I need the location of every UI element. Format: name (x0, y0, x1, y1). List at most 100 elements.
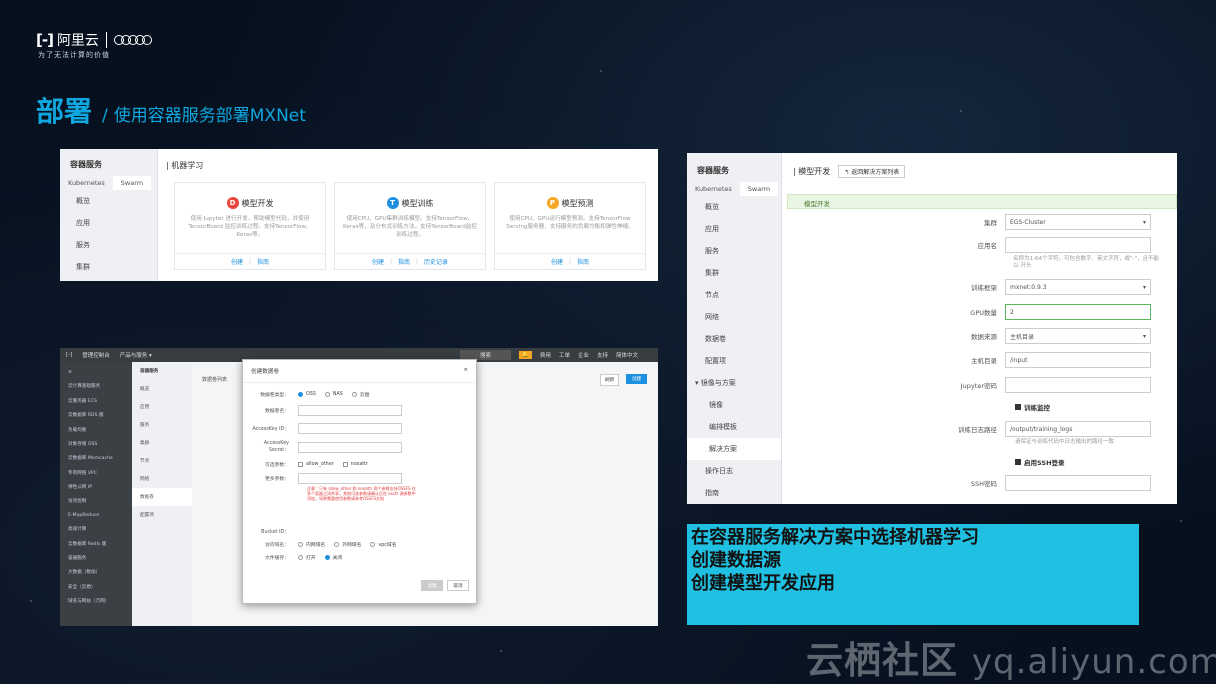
nav-item[interactable]: 高速计算 (60, 522, 132, 536)
create-link[interactable]: 创建 (231, 257, 243, 266)
tab-swarm[interactable]: Swarm (739, 182, 779, 196)
create-link[interactable]: 创建 (551, 257, 563, 266)
nav-item[interactable]: 安全（云盾） (60, 579, 132, 593)
radio-vpc[interactable] (370, 542, 376, 547)
nav-clusters[interactable]: 集群 (687, 262, 781, 284)
nav-item[interactable]: 大数据（数加） (60, 565, 132, 579)
allow-other-checkbox[interactable] (298, 462, 303, 467)
nav-item[interactable]: 域名与网站（万网） (60, 594, 132, 608)
dialog-cancel-button[interactable]: 取消 (447, 580, 469, 591)
access-key-id-input[interactable] (298, 423, 402, 434)
history-link[interactable]: 历史记录 (424, 257, 448, 266)
create-volume-button[interactable]: 创建 (626, 374, 648, 384)
jupyter-password-input[interactable] (1005, 377, 1151, 393)
nav-item[interactable]: ≡ (60, 362, 132, 379)
tab-kubernetes[interactable]: Kubernetes (687, 182, 740, 196)
nav-images[interactable]: 镜像 (687, 394, 781, 416)
subnav-item[interactable]: 配置项 (132, 506, 192, 524)
noxattr-checkbox[interactable] (342, 462, 348, 467)
nav-item[interactable]: 负载均衡 (60, 422, 132, 436)
subnav-item[interactable]: 集群 (132, 434, 192, 452)
radio-nas[interactable] (324, 392, 330, 397)
close-icon[interactable]: × (463, 367, 468, 375)
nav-solutions[interactable]: 解决方案 (687, 438, 781, 460)
nav-item[interactable]: 专有网络 VPC (60, 465, 132, 479)
radio-oss[interactable] (298, 392, 303, 397)
subnav-item[interactable]: 网络 (132, 470, 192, 488)
nav-item[interactable]: 云计算基础服务 (60, 379, 132, 393)
callout-line: 在容器服务解决方案中选择机器学习 (691, 527, 979, 548)
nav-item[interactable]: 容器服务 (60, 551, 132, 565)
sidebar-item-services[interactable]: 服务 (60, 234, 157, 256)
topbar-language[interactable]: 简体中文 (616, 351, 638, 359)
console-home[interactable]: 管理控制台 (82, 351, 110, 359)
disk-label: 云盘 (359, 393, 370, 398)
access-key-secret-input[interactable] (298, 441, 402, 453)
nav-item[interactable]: 对象存储 OSS (60, 437, 132, 451)
topbar-tickets[interactable]: 工单 (559, 351, 570, 359)
nav-templates[interactable]: 编排模板 (687, 416, 781, 438)
dialog-ok-button[interactable]: 创建 (421, 580, 443, 591)
radio-internal[interactable] (298, 542, 303, 547)
nav-nodes[interactable]: 节点 (687, 284, 781, 306)
nav-item[interactable]: E-MapReduce (60, 509, 132, 522)
log-path-input[interactable]: /output/training_logs (1005, 421, 1151, 437)
gpu-input[interactable]: 2 (1005, 304, 1151, 320)
topbar-support[interactable]: 支持 (597, 351, 608, 359)
nav-item[interactable]: 云服务器 ECS (60, 394, 132, 408)
breadcrumb-label: 机器学习 (171, 161, 204, 170)
guide-link[interactable]: 指南 (577, 257, 589, 266)
topbar-enterprise[interactable]: 企业 (578, 351, 589, 359)
back-button[interactable]: ↰ 返回解决方案列表 (838, 165, 906, 178)
ssh-checkbox[interactable]: 启用SSH登录 (1015, 457, 1065, 467)
nav-guide[interactable]: 指南 (687, 482, 781, 504)
subnav-item[interactable]: 节点 (132, 452, 192, 470)
radio-disk[interactable] (351, 392, 357, 397)
nav-images-solutions[interactable]: ▾ 镜像与方案 (687, 372, 781, 394)
topbar-fees[interactable]: 费用 (540, 351, 551, 359)
nav-item[interactable]: 访问控制 (60, 494, 132, 508)
radio-cache-on[interactable] (298, 555, 303, 560)
nav-item[interactable]: 弹性公网 IP (60, 480, 132, 494)
slide-title: 部署 / 使用容器服务部署MXNet (36, 90, 306, 130)
monitor-checkbox[interactable]: 训练监控 (1015, 402, 1050, 412)
host-dir-input[interactable]: /input (1005, 352, 1151, 368)
source-select[interactable]: 主机目录 ▾ (1005, 328, 1151, 344)
nav-apps[interactable]: 应用 (687, 218, 781, 240)
framework-select[interactable]: mxnet:0.9.3 ▾ (1005, 279, 1151, 295)
tab-kubernetes[interactable]: Kubernetes (60, 176, 113, 190)
more-params-input[interactable] (298, 473, 402, 484)
tab-swarm[interactable]: Swarm (112, 176, 152, 190)
nav-services[interactable]: 服务 (687, 240, 781, 262)
nav-configs[interactable]: 配置项 (687, 350, 781, 372)
refresh-button[interactable]: 刷新 (600, 374, 620, 386)
nav-network[interactable]: 网络 (687, 306, 781, 328)
guide-link[interactable]: 指南 (257, 257, 269, 266)
create-link[interactable]: 创建 (372, 257, 384, 266)
nav-logs[interactable]: 操作日志 (687, 460, 781, 482)
volume-name-input[interactable] (298, 405, 402, 416)
radio-external[interactable] (334, 542, 340, 547)
radio-cache-off[interactable] (324, 555, 330, 560)
products-menu[interactable]: 产品与服务 ▾ (120, 351, 152, 359)
subnav-item[interactable]: 数据卷 (132, 488, 192, 506)
sidebar-item-clusters[interactable]: 集群 (60, 256, 157, 278)
checkbox-checked-icon (1015, 459, 1021, 465)
notification-icon[interactable]: 🔔 (519, 351, 532, 359)
nav-item[interactable]: 云数据库 Memcache (60, 451, 132, 465)
subnav-item[interactable]: 应用 (132, 398, 192, 416)
subnav-item[interactable]: 概览 (132, 380, 192, 398)
sidebar-item-apps[interactable]: 应用 (60, 212, 157, 234)
model-dev-form-screenshot: 容器服务 Kubernetes Swarm 概览 应用 服务 集群 节点 网络 … (687, 153, 1177, 504)
nav-item[interactable]: 云数据库 Redis 版 (60, 536, 132, 550)
cluster-select[interactable]: EGS-Cluster ▾ (1005, 214, 1151, 230)
nav-volumes[interactable]: 数据卷 (687, 328, 781, 350)
nav-item[interactable]: 云数据库 RDS 版 (60, 408, 132, 422)
subnav-item[interactable]: 服务 (132, 416, 192, 434)
app-name-input[interactable] (1005, 237, 1151, 253)
ssh-password-input[interactable] (1005, 475, 1151, 491)
sidebar-item-overview[interactable]: 概览 (60, 190, 157, 212)
sidebar-title: 容器服务 (70, 160, 102, 169)
guide-link[interactable]: 指南 (398, 257, 410, 266)
nav-overview[interactable]: 概览 (687, 196, 781, 218)
